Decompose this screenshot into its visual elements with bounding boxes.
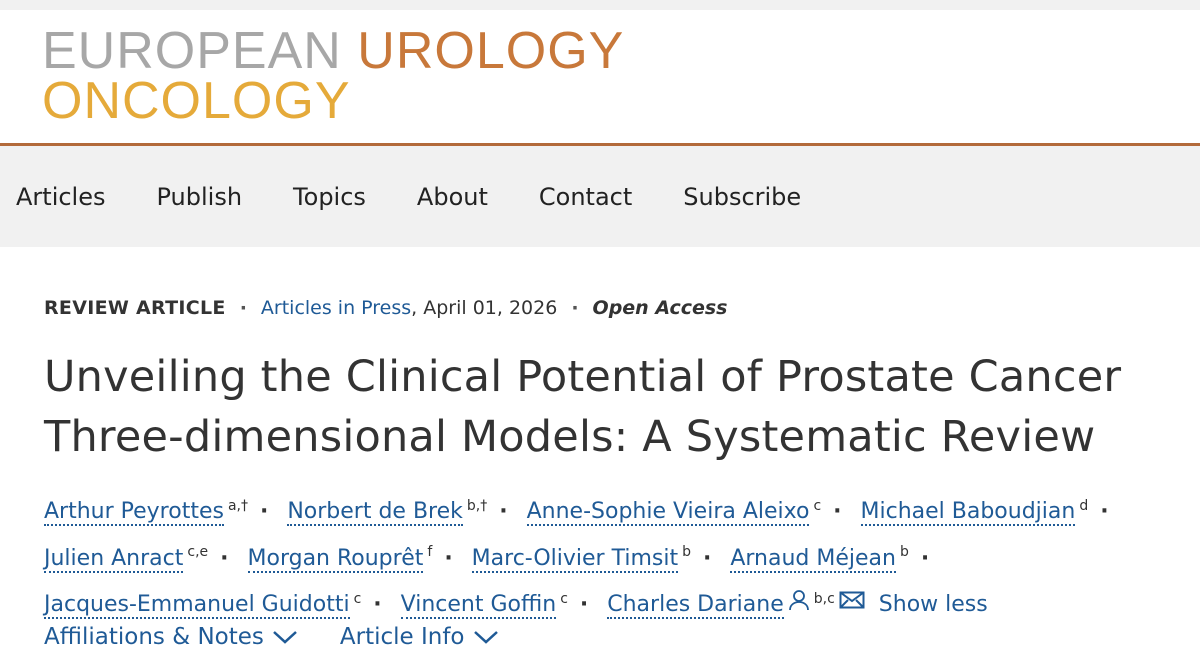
- author-affiliation: c: [813, 498, 822, 514]
- author-separator: ·: [579, 591, 589, 617]
- article-meta: REVIEW ARTICLE · Articles in Press , Apr…: [44, 297, 727, 319]
- author-affiliation: c: [560, 590, 568, 607]
- author-affiliation: c,e: [187, 544, 209, 561]
- top-strip: [0, 0, 1200, 10]
- author-affiliation: b,c: [813, 590, 835, 607]
- author-name[interactable]: Marc-Olivier Timsit: [471, 545, 679, 573]
- author-affiliation: f: [427, 544, 433, 561]
- author-separator: ·: [220, 545, 229, 571]
- author-separator: ·: [1100, 499, 1109, 525]
- mail-icon[interactable]: [839, 585, 865, 625]
- nav-item-contact[interactable]: Contact: [539, 183, 632, 211]
- author-item: Julien Anract c,e: [44, 544, 209, 573]
- author-name[interactable]: Charles Dariane: [607, 591, 784, 619]
- author-affiliation: b,†: [466, 498, 488, 514]
- affiliations-notes-toggle[interactable]: Affiliations & Notes: [44, 624, 298, 650]
- author-name[interactable]: Anne-Sophie Vieira Aleixo: [526, 499, 810, 527]
- nav-item-articles[interactable]: Articles: [16, 183, 106, 211]
- person-icon: [788, 585, 810, 625]
- author-name[interactable]: Arthur Peyrottes: [44, 499, 224, 527]
- article-info-toggle[interactable]: Article Info: [340, 624, 499, 650]
- author-item: Jacques-Emmanuel Guidotti c: [44, 590, 362, 619]
- author-separator: ·: [444, 545, 453, 571]
- meta-separator: ·: [239, 297, 247, 319]
- author-item-corresponding: Charles Dariane b,c: [607, 590, 865, 619]
- articles-in-press-link[interactable]: Articles in Press: [261, 297, 411, 319]
- author-item: Morgan Rouprêt f: [247, 544, 433, 573]
- article-info-label: Article Info: [339, 624, 465, 650]
- author-name[interactable]: Jacques-Emmanuel Guidotti: [44, 591, 350, 619]
- open-access-label: Open Access: [592, 297, 728, 319]
- publication-date: , April 01, 2026: [411, 297, 558, 319]
- author-affiliation: b: [899, 544, 909, 561]
- author-item: Marc-Olivier Timsit b: [471, 544, 691, 573]
- author-separator: ·: [833, 499, 842, 525]
- author-separator: ·: [920, 545, 930, 571]
- show-less-button[interactable]: Show less: [879, 592, 988, 617]
- author-item: Arthur Peyrottes a,†: [44, 498, 248, 527]
- meta-separator: ·: [571, 297, 579, 319]
- chevron-down-icon: [273, 631, 297, 644]
- author-name[interactable]: Julien Anract: [44, 545, 184, 573]
- author-list: Arthur Peyrottes a,† · Norbert de Brek b,† ·…: [44, 486, 1194, 625]
- chevron-down-icon: [473, 631, 498, 644]
- affiliations-notes-label: Affiliations & Notes: [44, 624, 264, 650]
- nav-item-about[interactable]: About: [417, 183, 488, 211]
- author-affiliation: c: [353, 590, 362, 607]
- author-separator: ·: [373, 591, 382, 617]
- author-affiliation: a,†: [227, 498, 248, 514]
- author-item: Arnaud Méjean b: [730, 544, 909, 573]
- nav-item-subscribe[interactable]: Subscribe: [683, 183, 801, 211]
- author-item: Michael Baboudjian d: [860, 498, 1089, 527]
- author-name[interactable]: Norbert de Brek: [287, 499, 463, 527]
- author-separator: ·: [702, 545, 712, 571]
- article-type: REVIEW ARTICLE: [44, 297, 226, 319]
- author-item: Norbert de Brek b,†: [287, 498, 488, 527]
- logo-word-oncology: ONCOLOGY: [42, 72, 351, 130]
- author-separator: ·: [499, 499, 508, 525]
- journal-logo[interactable]: EUROPEAN UROLOGY ONCOLOGY: [42, 25, 624, 130]
- author-affiliation: b: [682, 544, 691, 561]
- author-item: Vincent Goffin c: [400, 590, 568, 619]
- author-affiliation: d: [1079, 498, 1089, 514]
- article-info-bar: Affiliations & Notes Article Info: [44, 624, 541, 650]
- author-separator: ·: [259, 499, 269, 525]
- nav-item-publish[interactable]: Publish: [157, 183, 243, 211]
- author-item: Anne-Sophie Vieira Aleixo c: [526, 498, 822, 527]
- article-title: Unveiling the Clinical Potential of Pros…: [44, 352, 1122, 462]
- author-name[interactable]: Michael Baboudjian: [860, 499, 1076, 527]
- logo-word-urology: UROLOGY: [357, 22, 625, 80]
- nav-item-topics[interactable]: Topics: [293, 183, 366, 211]
- author-name[interactable]: Vincent Goffin: [400, 591, 557, 619]
- logo-line-1: EUROPEAN UROLOGY: [42, 25, 624, 77]
- author-name[interactable]: Morgan Rouprêt: [247, 545, 424, 573]
- main-nav: Articles Publish Topics About Contact Su…: [0, 146, 1200, 247]
- author-name[interactable]: Arnaud Méjean: [730, 545, 896, 573]
